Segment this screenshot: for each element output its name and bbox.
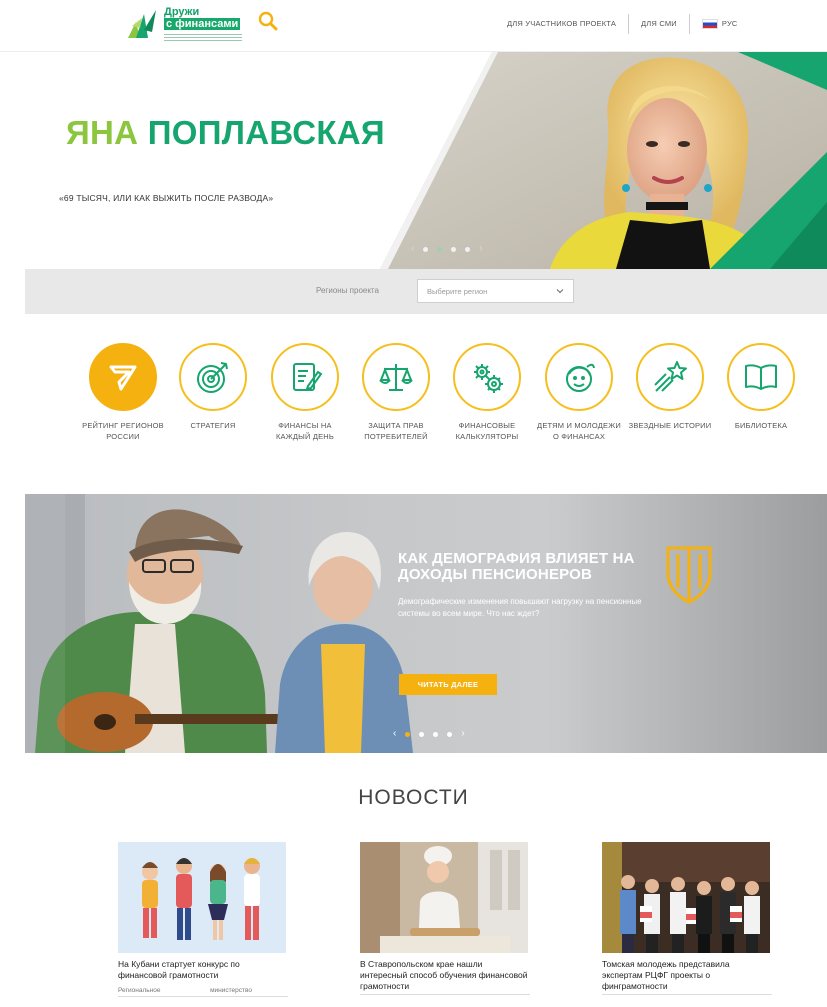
category-label: СТРАТЕГИЯ xyxy=(190,421,236,430)
feature-banner: КАК ДЕМОГРАФИЯ ВЛИЯЕТ НА ДОХОДЫ ПЕНСИОНЕ… xyxy=(25,494,827,753)
category-label: РЕЙТИНГ РЕГИОНОВ РОССИИ xyxy=(82,421,164,441)
target-icon xyxy=(197,362,228,393)
hero-slider: ЯНА ПОПЛАВСКАЯ «69 ТЫСЯЧ, ИЛИ КАК ВЫЖИТЬ… xyxy=(25,52,827,269)
category-label: ЗВЕЗДНЫЕ ИСТОРИИ xyxy=(628,421,712,430)
news-section-title: НОВОСТИ xyxy=(358,786,469,809)
region-selector-bar: Регионы проекта Выберите регион xyxy=(25,269,827,314)
child-face-icon xyxy=(566,363,595,392)
category-calculators[interactable]: ФИНАНСОВЫЕ КАЛЬКУЛЯТОРЫ xyxy=(442,343,532,442)
document-pen-icon xyxy=(293,363,323,391)
top-navigation: ДЛЯ УЧАСТНИКОВ ПРОЕКТА ДЛЯ СМИ РУС xyxy=(495,14,750,34)
news-divider xyxy=(602,994,772,995)
logo-text-line2: с финансами xyxy=(164,18,241,30)
feature-prev-arrow-icon[interactable]: ‹ xyxy=(393,729,396,739)
chevron-down-icon xyxy=(556,289,564,294)
category-consumer-rights[interactable]: ЗАЩИТА ПРАВ ПОТРЕБИТЕЛЕЙ xyxy=(351,343,441,442)
russia-flag-icon xyxy=(701,19,718,30)
shooting-star-icon xyxy=(654,361,687,392)
feature-slide-dot[interactable] xyxy=(447,731,453,737)
logo-tagline-lines xyxy=(164,32,242,41)
news-headline: На Кубани стартует конкурс по финансовой… xyxy=(118,959,240,980)
language-label: РУС xyxy=(721,19,738,28)
site-logo[interactable]: Дружи с финансами xyxy=(126,4,246,44)
category-star-stories[interactable]: ЗВЕЗДНЫЕ ИСТОРИИ xyxy=(625,343,715,431)
category-label: ФИНАНСОВЫЕ КАЛЬКУЛЯТОРЫ xyxy=(455,421,519,441)
feature-slide-dot-active[interactable] xyxy=(405,731,411,737)
hero-slide-dot[interactable] xyxy=(451,246,457,252)
region-dropdown-placeholder: Выберите регион xyxy=(427,287,488,296)
site-header: Дружи с финансами ДЛЯ УЧАСТНИКОВ ПРОЕКТА… xyxy=(0,0,827,52)
news-tag[interactable]: министерство xyxy=(210,987,252,994)
news-tag[interactable]: Региональное xyxy=(118,987,161,994)
news-image-chef-child xyxy=(360,842,528,953)
category-strategy[interactable]: СТРАТЕГИЯ xyxy=(168,343,258,431)
feature-slider-pagination: ‹ › xyxy=(393,729,465,739)
category-label: ЗАЩИТА ПРАВ ПОТРЕБИТЕЛЕЙ xyxy=(364,421,428,441)
nav-participants[interactable]: ДЛЯ УЧАСТНИКОВ ПРОЕКТА xyxy=(495,14,628,34)
hero-slider-pagination: ‹ › xyxy=(411,244,483,254)
book-icon xyxy=(745,364,777,390)
news-card[interactable]: Томская молодежь представила экспертам Р… xyxy=(602,842,772,995)
hero-slide-dot-active[interactable] xyxy=(437,246,443,252)
hero-name-last: ПОПЛАВСКАЯ xyxy=(147,114,385,151)
region-label: Регионы проекта xyxy=(316,286,379,295)
hero-person-name: ЯНА ПОПЛАВСКАЯ xyxy=(66,114,385,152)
feature-slide-dot[interactable] xyxy=(419,731,425,737)
category-label: БИБЛИОТЕКА xyxy=(734,421,788,430)
gears-icon xyxy=(474,364,503,393)
hero-portrait-image xyxy=(380,52,827,269)
feature-next-arrow-icon[interactable]: › xyxy=(461,729,464,739)
search-icon[interactable] xyxy=(257,10,279,32)
logo-text-line1: Дружи xyxy=(164,6,200,18)
feature-slide-dot[interactable] xyxy=(433,731,439,737)
category-menu: РЕЙТИНГ РЕГИОНОВ РОССИИ СТРАТЕГИЯ ФИНАНС… xyxy=(78,343,808,463)
news-card[interactable]: На Кубани стартует конкурс по финансовой… xyxy=(118,842,288,997)
hero-slide-dot[interactable] xyxy=(423,246,429,252)
region-dropdown[interactable]: Выберите регион xyxy=(417,279,574,303)
nav-media[interactable]: ДЛЯ СМИ xyxy=(629,14,689,34)
read-more-button[interactable]: ЧИТАТЬ ДАЛЕЕ xyxy=(399,674,497,695)
category-library[interactable]: БИБЛИОТЕКА xyxy=(716,343,806,431)
news-headline: В Ставропольском крае нашли интересный с… xyxy=(360,959,528,991)
hero-slide-dot[interactable] xyxy=(465,246,471,252)
news-headline: Томская молодежь представила экспертам Р… xyxy=(602,959,730,991)
news-divider xyxy=(118,996,288,997)
logo-mark-icon xyxy=(128,10,156,38)
news-image-youth-group xyxy=(602,842,770,953)
category-daily-finance[interactable]: ФИНАНСЫ НА КАЖДЫЙ ДЕНЬ xyxy=(260,343,350,442)
language-switch[interactable]: РУС xyxy=(690,14,750,34)
feature-photo-image xyxy=(25,494,827,753)
scales-icon xyxy=(379,364,413,391)
hero-name-first: ЯНА xyxy=(66,114,139,151)
hero-next-arrow-icon[interactable]: › xyxy=(479,244,482,254)
category-label: ФИНАНСЫ НА КАЖДЫЙ ДЕНЬ xyxy=(275,421,335,441)
hero-subtitle: «69 ТЫСЯЧ, ИЛИ КАК ВЫЖИТЬ ПОСЛЕ РАЗВОДА» xyxy=(59,193,274,203)
feature-title: КАК ДЕМОГРАФИЯ ВЛИЯЕТ НА ДОХОДЫ ПЕНСИОНЕ… xyxy=(398,550,635,583)
category-rating[interactable]: РЕЙТИНГ РЕГИОНОВ РОССИИ xyxy=(78,343,168,442)
hero-prev-arrow-icon[interactable]: ‹ xyxy=(411,244,414,254)
feature-text: Демографические изменения повышают нагру… xyxy=(398,597,642,618)
news-image-students xyxy=(118,842,286,953)
category-youth[interactable]: ДЕТЯМ И МОЛОДЕЖИ О ФИНАНСАХ xyxy=(534,343,624,442)
news-tags: Региональное министерство xyxy=(118,987,288,994)
category-label: ДЕТЯМ И МОЛОДЕЖИ О ФИНАНСАХ xyxy=(537,421,621,441)
rating-icon xyxy=(109,365,137,391)
shield-icon xyxy=(666,546,712,604)
news-divider xyxy=(360,994,530,995)
news-card[interactable]: В Ставропольском крае нашли интересный с… xyxy=(360,842,530,995)
